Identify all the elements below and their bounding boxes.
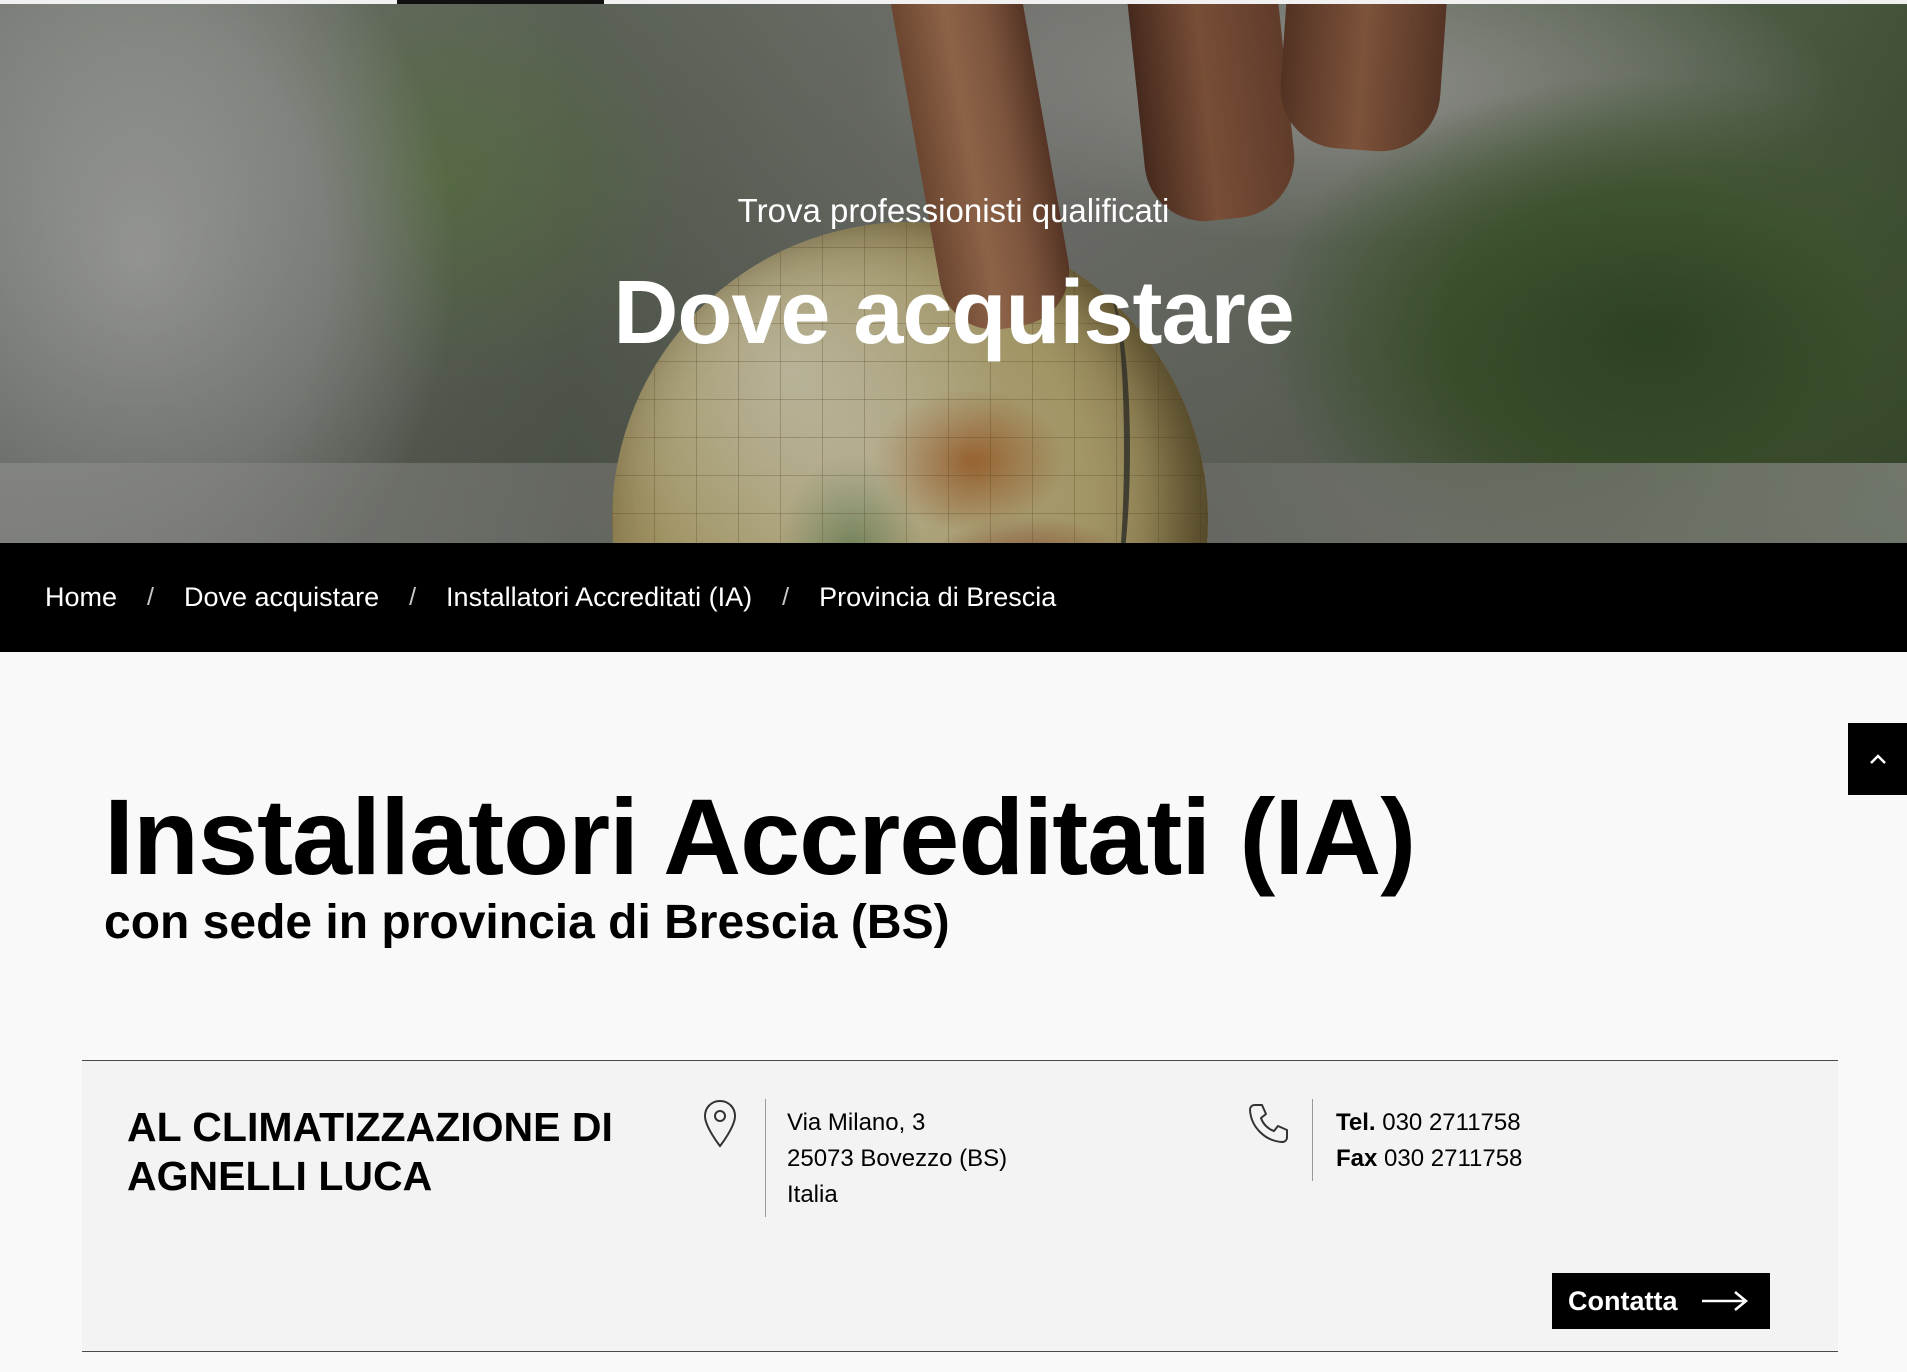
active-nav-indicator (397, 0, 604, 4)
contatta-button[interactable]: Contatta (1552, 1273, 1770, 1329)
phone-icon (1249, 1104, 1288, 1143)
arrow-right-icon (1701, 1291, 1748, 1311)
address-divider (765, 1099, 766, 1217)
tel-value[interactable]: 030 2711758 (1382, 1109, 1520, 1136)
breadcrumb-separator: / (782, 583, 790, 611)
breadcrumb-item-dove-acquistare[interactable]: Dove acquistare (184, 582, 379, 613)
chevron-up-icon (1869, 754, 1886, 764)
address-street: Via Milano, 3 (787, 1109, 926, 1136)
page-subtitle: con sede in provincia di Brescia (BS) (104, 896, 950, 949)
installer-contacts: Tel. 030 2711758 Fax 030 2711758 (1336, 1105, 1522, 1177)
breadcrumb-item-home[interactable]: Home (45, 582, 117, 613)
fax-value: 030 2711758 (1384, 1145, 1523, 1172)
address-country: Italia (787, 1181, 838, 1208)
top-nav-strip (0, 0, 1907, 4)
map-pin-icon (703, 1099, 737, 1148)
installer-address: Via Milano, 3 25073 Bovezzo (BS) Italia (787, 1105, 1007, 1213)
tel-label: Tel. (1336, 1109, 1376, 1136)
page-title: Installatori Accreditati (IA) (104, 776, 1416, 897)
hero-kicker: Trova professionisti qualificati (737, 192, 1170, 229)
breadcrumb-separator: / (147, 583, 154, 611)
hero-title: Dove acquistare (613, 263, 1294, 363)
breadcrumb-separator: / (409, 583, 417, 611)
fax-label: Fax (1336, 1145, 1378, 1172)
hero-banner: Trova professionisti qualificati Dove ac… (0, 0, 1907, 543)
contatta-label: Contatta (1568, 1285, 1678, 1316)
breadcrumb: Home / Dove acquistare / Installatori Ac… (0, 543, 1907, 652)
address-city: 25073 Bovezzo (BS) (787, 1145, 1008, 1172)
scroll-to-top-button[interactable] (1848, 723, 1907, 795)
installer-card: AL CLIMATIZZAZIONE DI AGNELLI LUCA Via M… (82, 1060, 1838, 1352)
installer-name: AL CLIMATIZZAZIONE DI AGNELLI LUCA (127, 1104, 613, 1200)
contacts-divider (1312, 1099, 1313, 1181)
breadcrumb-item-installatori[interactable]: Installatori Accreditati (IA) (446, 582, 752, 613)
fax-line: Fax 030 2711758 (1336, 1141, 1522, 1177)
tel-line: Tel. 030 2711758 (1336, 1105, 1522, 1141)
breadcrumb-item-provincia[interactable]: Provincia di Brescia (819, 582, 1056, 613)
